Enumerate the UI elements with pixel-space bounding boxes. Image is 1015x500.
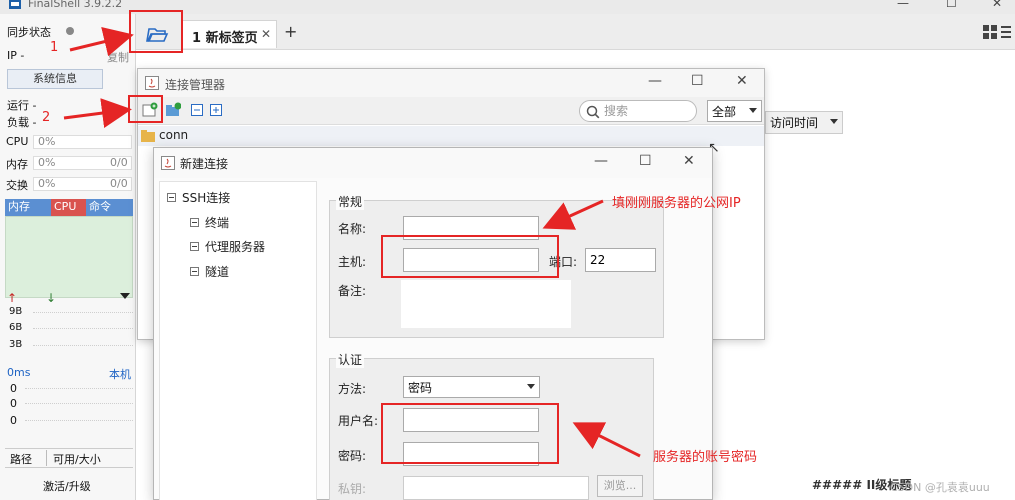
host-hint-label: 填刚刚服务器的公网IP [612,196,741,211]
arrow-step2 [63,98,132,128]
arrow-host-hint [542,199,604,230]
arrow-account-hint [572,422,641,458]
account-hint-label: 服务器的账号密码 [653,450,758,465]
watermark: CSDN @孔袁袁uuu [890,481,990,494]
annotation-arrows [63,27,641,458]
step2-label: 2 [42,110,51,125]
step1-label: 1 [50,40,59,55]
arrow-step1 [69,27,134,57]
